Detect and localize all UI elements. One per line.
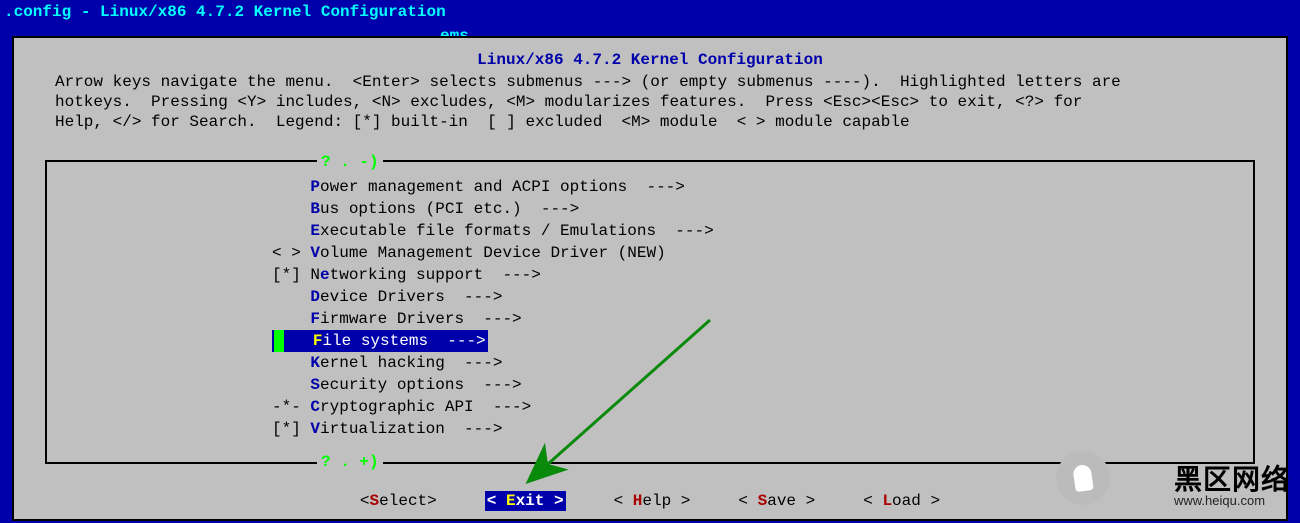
window-title: .config - Linux/x86 4.7.2 Kernel Configu…	[0, 0, 1300, 22]
menu-item[interactable]: Executable file formats / Emulations ---…	[272, 220, 714, 242]
menu-frame: ? . -) ? . +) Power management and ACPI …	[45, 160, 1255, 464]
watermark-cn: 黑区网络	[1174, 466, 1290, 494]
help-text: Arrow keys navigate the menu. <Enter> se…	[55, 72, 1270, 132]
menu-item[interactable]: [*] Virtualization --->	[272, 418, 714, 440]
watermark-url: www.heiqu.com	[1174, 494, 1290, 507]
dialog-title: Linux/x86 4.7.2 Kernel Configuration	[473, 50, 827, 70]
menu-item[interactable]: [*] Networking support --->	[272, 264, 714, 286]
menu-item[interactable]: Power management and ACPI options --->	[272, 176, 714, 198]
exit-button[interactable]: < Exit >	[485, 491, 566, 511]
help-button[interactable]: < Help >	[614, 491, 691, 511]
scroll-down-indicator[interactable]: ? . +)	[317, 452, 383, 472]
menu-item[interactable]: < > Volume Management Device Driver (NEW…	[272, 242, 714, 264]
menu-item[interactable]: Security options --->	[272, 374, 714, 396]
menu-item[interactable]: -*- Cryptographic API --->	[272, 396, 714, 418]
menu-item[interactable]: Firmware Drivers --->	[272, 308, 714, 330]
load-button[interactable]: < Load >	[863, 491, 940, 511]
save-button[interactable]: < Save >	[738, 491, 815, 511]
menu-item[interactable]: Device Drivers --->	[272, 286, 714, 308]
select-button[interactable]: <Select>	[360, 491, 437, 511]
menu-list: Power management and ACPI options ---> B…	[272, 176, 714, 440]
button-bar: <Select> < Exit > < Help > < Save > < Load >	[0, 491, 1300, 511]
menu-item[interactable]: File systems --->	[272, 330, 714, 352]
menu-item[interactable]: Bus options (PCI etc.) --->	[272, 198, 714, 220]
menu-item[interactable]: Kernel hacking --->	[272, 352, 714, 374]
scroll-up-indicator[interactable]: ? . -)	[317, 152, 383, 172]
watermark-logo-icon	[1056, 451, 1110, 505]
watermark-text: 黑区网络 www.heiqu.com	[1174, 466, 1290, 507]
